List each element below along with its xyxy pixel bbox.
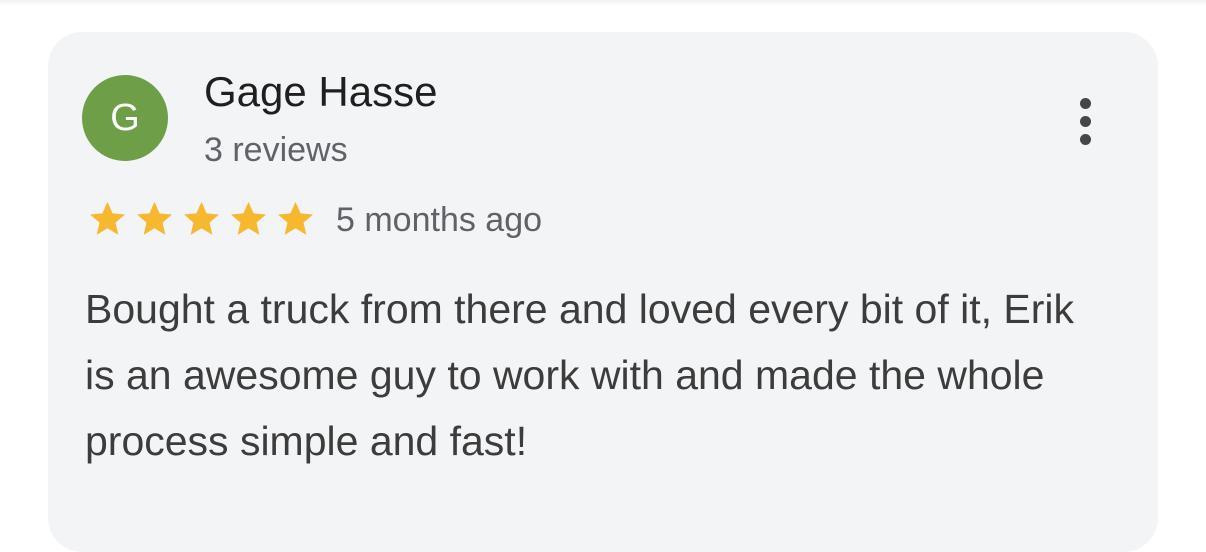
star-icon [231,201,266,235]
review-time: 5 months ago [336,201,543,239]
more-options-button[interactable] [1066,92,1106,152]
star-icon [278,201,313,235]
review-count[interactable]: 3 reviews [204,128,348,172]
review-card: G Gage Hasse 3 reviews 5 months ago Boug… [48,32,1158,552]
review-text: Bought a truck from there and loved ever… [85,286,1075,464]
star-icon [137,201,172,235]
top-divider [0,0,1206,6]
reviewer-name[interactable]: Gage Hasse [204,66,437,118]
avatar[interactable]: G [82,75,168,161]
star-icon [90,201,125,235]
star-icon [184,201,219,235]
more-vertical-icon-dot-top [1080,98,1091,109]
more-vertical-icon-dot-bottom [1080,134,1091,145]
more-vertical-icon-dot-middle [1080,116,1091,127]
star-rating [84,198,319,240]
